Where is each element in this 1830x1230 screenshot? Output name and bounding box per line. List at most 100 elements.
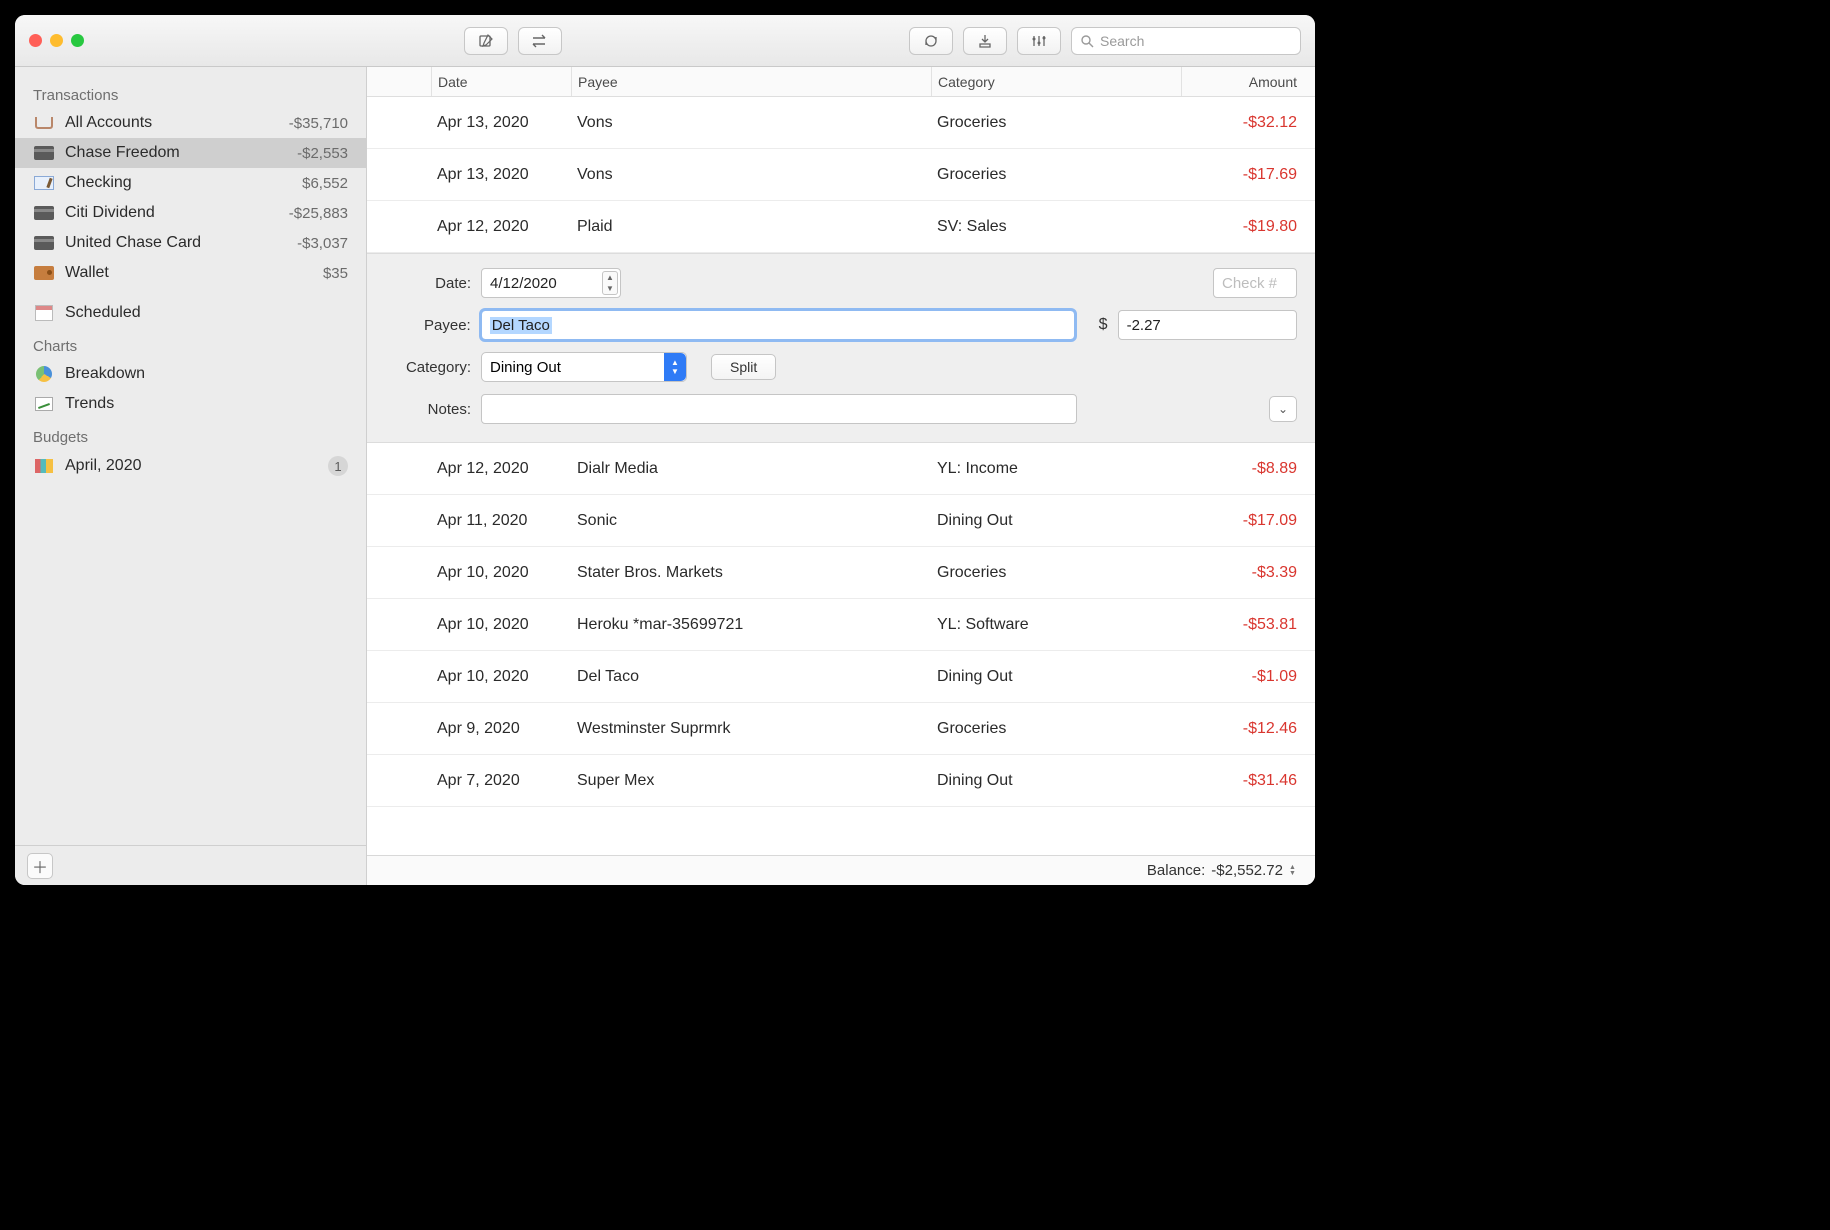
- add-button[interactable]: ＋: [27, 853, 53, 879]
- tx-payee: Vons: [571, 114, 931, 132]
- tx-payee: Vons: [571, 166, 931, 184]
- sidebar-item-chase-freedom[interactable]: Chase Freedom -$2,553: [15, 138, 366, 168]
- transfer-button[interactable]: [518, 27, 562, 55]
- calendar-icon: [33, 304, 55, 322]
- balance-stepper[interactable]: ▲▼: [1289, 865, 1301, 877]
- tx-payee: Del Taco: [571, 668, 931, 686]
- edit-category-value: Dining Out: [490, 359, 561, 376]
- tx-amount: -$3.39: [1181, 564, 1315, 582]
- transaction-list[interactable]: Apr 13, 2020VonsGroceries-$32.12Apr 13, …: [367, 97, 1315, 855]
- transaction-row[interactable]: Apr 7, 2020Super MexDining Out-$31.46: [367, 755, 1315, 807]
- edit-category-select[interactable]: Dining Out ▲▼: [481, 352, 687, 382]
- credit-card-icon: [33, 204, 55, 222]
- import-button[interactable]: [963, 27, 1007, 55]
- edit-payee-field[interactable]: Del Taco: [481, 310, 1075, 340]
- sidebar-item-value: -$35,710: [289, 115, 348, 132]
- sidebar-item-label: Trends: [65, 395, 348, 413]
- balance-label: Balance:: [1147, 862, 1205, 879]
- wallet-icon: [33, 264, 55, 282]
- transaction-row[interactable]: Apr 9, 2020Westminster SuprmrkGroceries-…: [367, 703, 1315, 755]
- search-icon: [1080, 34, 1094, 48]
- tx-date: Apr 10, 2020: [431, 564, 571, 582]
- sidebar-item-trends[interactable]: Trends: [15, 389, 366, 419]
- tx-category: Groceries: [931, 166, 1181, 184]
- budget-icon: [33, 457, 55, 475]
- transaction-row[interactable]: Apr 13, 2020VonsGroceries-$32.12: [367, 97, 1315, 149]
- sidebar-group-charts: Charts: [15, 328, 366, 359]
- transaction-row[interactable]: Apr 12, 2020PlaidSV: Sales-$19.80: [367, 201, 1315, 253]
- close-window-button[interactable]: [29, 34, 42, 47]
- column-headers: Date Payee Category Amount: [367, 67, 1315, 97]
- date-stepper[interactable]: ▲▼: [602, 271, 618, 295]
- tx-payee: Westminster Suprmrk: [571, 720, 931, 738]
- sidebar-item-united-chase[interactable]: United Chase Card -$3,037: [15, 228, 366, 258]
- col-date[interactable]: Date: [431, 67, 571, 96]
- sync-button[interactable]: [909, 27, 953, 55]
- zoom-window-button[interactable]: [71, 34, 84, 47]
- tx-date: Apr 12, 2020: [431, 218, 571, 236]
- tx-amount: -$1.09: [1181, 668, 1315, 686]
- sidebar-item-scheduled[interactable]: Scheduled: [15, 298, 366, 328]
- sidebar-item-value: $35: [323, 265, 348, 282]
- credit-card-icon: [33, 234, 55, 252]
- app-window: Search Transactions All Accounts -$35,71…: [15, 15, 1315, 885]
- sidebar-item-value: -$25,883: [289, 205, 348, 222]
- tx-amount: -$53.81: [1181, 616, 1315, 634]
- select-arrows-icon: ▲▼: [664, 353, 686, 381]
- sidebar-item-citi-dividend[interactable]: Citi Dividend -$25,883: [15, 198, 366, 228]
- tx-category: Dining Out: [931, 668, 1181, 686]
- sidebar-item-label: United Chase Card: [65, 234, 287, 252]
- inbox-icon: [33, 114, 55, 132]
- edit-label-payee: Payee:: [385, 317, 471, 334]
- transaction-row[interactable]: Apr 10, 2020Stater Bros. MarketsGrocerie…: [367, 547, 1315, 599]
- edit-notes-field[interactable]: [481, 394, 1077, 424]
- sidebar-item-value: -$3,037: [297, 235, 348, 252]
- tx-date: Apr 13, 2020: [431, 166, 571, 184]
- tx-amount: -$31.46: [1181, 772, 1315, 790]
- edit-check-field[interactable]: Check #: [1213, 268, 1297, 298]
- sidebar-item-breakdown[interactable]: Breakdown: [15, 359, 366, 389]
- credit-card-icon: [33, 144, 55, 162]
- tx-payee: Stater Bros. Markets: [571, 564, 931, 582]
- split-button[interactable]: Split: [711, 354, 776, 380]
- sidebar-item-wallet[interactable]: Wallet $35: [15, 258, 366, 288]
- sidebar-item-checking[interactable]: Checking $6,552: [15, 168, 366, 198]
- col-category[interactable]: Category: [931, 67, 1181, 96]
- edit-amount-value: -2.27: [1127, 317, 1161, 334]
- tx-category: Groceries: [931, 720, 1181, 738]
- tx-amount: -$12.46: [1181, 720, 1315, 738]
- sidebar-badge: 1: [328, 456, 348, 476]
- sidebar-group-budgets: Budgets: [15, 419, 366, 450]
- expand-toggle[interactable]: ⌄: [1269, 396, 1297, 422]
- minimize-window-button[interactable]: [50, 34, 63, 47]
- edit-amount-field[interactable]: -2.27: [1118, 310, 1297, 340]
- compose-button[interactable]: [464, 27, 508, 55]
- sidebar-item-label: Chase Freedom: [65, 144, 287, 162]
- transaction-row[interactable]: Apr 10, 2020Heroku *mar-35699721YL: Soft…: [367, 599, 1315, 651]
- transaction-row[interactable]: Apr 13, 2020VonsGroceries-$17.69: [367, 149, 1315, 201]
- transaction-row[interactable]: Apr 10, 2020Del TacoDining Out-$1.09: [367, 651, 1315, 703]
- col-payee[interactable]: Payee: [571, 67, 931, 96]
- window-controls: [29, 34, 84, 47]
- search-input[interactable]: Search: [1071, 27, 1301, 55]
- transaction-row[interactable]: Apr 11, 2020SonicDining Out-$17.09: [367, 495, 1315, 547]
- edit-label-category: Category:: [385, 359, 471, 376]
- sidebar-footer: ＋: [15, 845, 366, 885]
- edit-date-field[interactable]: 4/12/2020 ▲▼: [481, 268, 621, 298]
- tx-amount: -$17.09: [1181, 512, 1315, 530]
- edit-date-value: 4/12/2020: [490, 275, 557, 292]
- sidebar-item-value: -$2,553: [297, 145, 348, 162]
- col-amount[interactable]: Amount: [1181, 67, 1315, 96]
- transaction-row[interactable]: Apr 12, 2020Dialr MediaYL: Income-$8.89: [367, 443, 1315, 495]
- adjust-button[interactable]: [1017, 27, 1061, 55]
- tx-date: Apr 10, 2020: [431, 668, 571, 686]
- currency-symbol: $: [1099, 316, 1108, 334]
- sidebar-item-label: Wallet: [65, 264, 313, 282]
- tx-date: Apr 13, 2020: [431, 114, 571, 132]
- sidebar-item-all-accounts[interactable]: All Accounts -$35,710: [15, 108, 366, 138]
- tx-category: Dining Out: [931, 512, 1181, 530]
- pie-chart-icon: [33, 365, 55, 383]
- tx-amount: -$32.12: [1181, 114, 1315, 132]
- tx-amount: -$17.69: [1181, 166, 1315, 184]
- sidebar-item-budget-april[interactable]: April, 2020 1: [15, 450, 366, 482]
